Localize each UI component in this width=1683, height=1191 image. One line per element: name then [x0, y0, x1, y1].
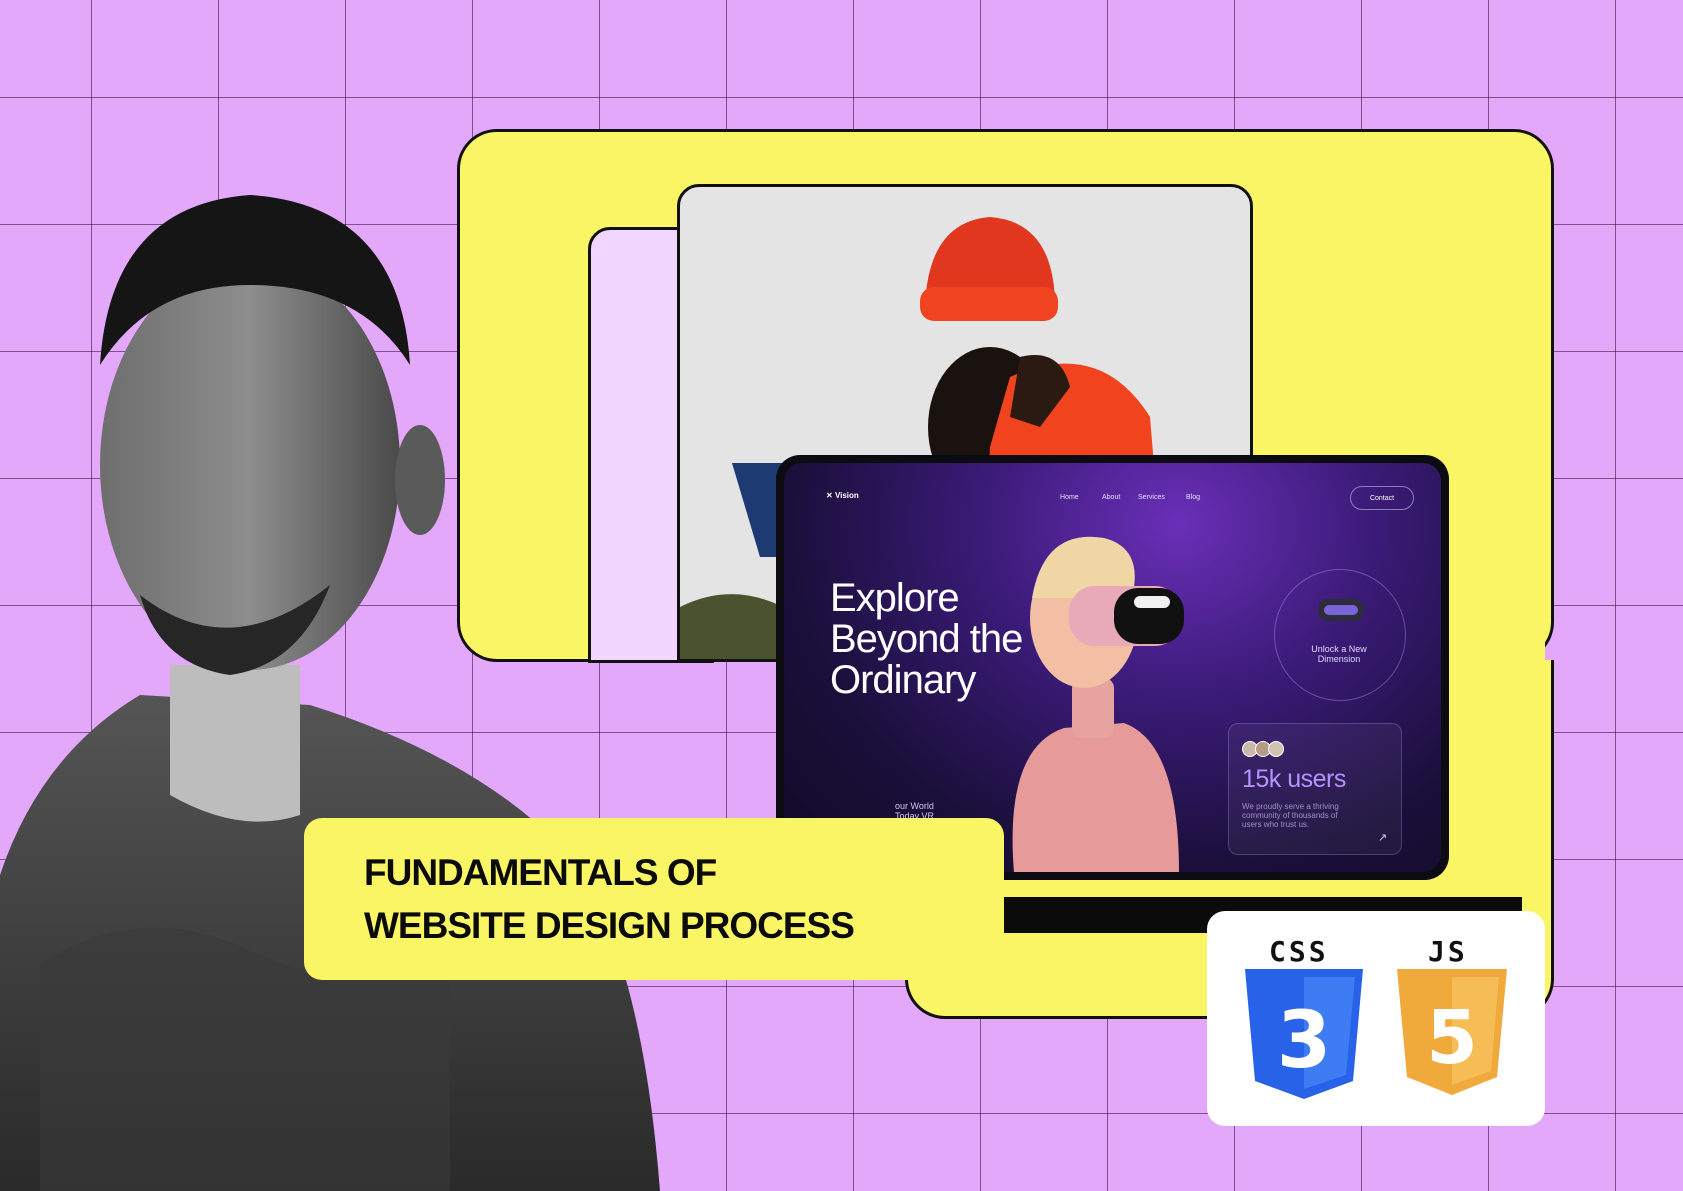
css-label: CSS — [1269, 935, 1329, 968]
mockup-nav-services[interactable]: Services — [1138, 494, 1165, 501]
mockup-screen: ✕ Vision Home About Services Blog Contac… — [784, 463, 1441, 872]
website-mockup: ✕ Vision Home About Services Blog Contac… — [776, 455, 1449, 880]
vr-feature-label: Unlock a New Dimension — [1311, 644, 1367, 664]
js-digit: 5 — [1426, 995, 1478, 1081]
presenter-photo — [0, 195, 660, 1191]
vr-woman-photo — [1012, 536, 1184, 872]
js-shield-icon: 5 — [1397, 969, 1507, 1095]
mockup-contact-button[interactable]: Contact — [1350, 486, 1414, 510]
arrow-up-right-icon[interactable]: ↗ — [1378, 831, 1387, 844]
users-count: 15k users — [1242, 765, 1346, 793]
title-line-1: FUNDAMENTALS OF — [364, 852, 717, 893]
css-digit: 3 — [1277, 996, 1331, 1086]
vr-feature-circle — [1274, 569, 1406, 701]
mockup-nav-about[interactable]: About — [1102, 494, 1120, 501]
tech-logos-panel: CSS JS 3 5 — [1207, 911, 1545, 1126]
mockup-nav-blog[interactable]: Blog — [1186, 494, 1200, 501]
title-banner — [304, 818, 1004, 980]
title-line-2: WEBSITE DESIGN PROCESS — [364, 905, 855, 946]
mockup-brand: ✕ Vision — [826, 491, 859, 500]
js-label: JS — [1428, 935, 1468, 968]
users-description: We proudly serve a thriving community of… — [1242, 802, 1339, 829]
mockup-nav-home[interactable]: Home — [1060, 494, 1079, 501]
css3-shield-icon: 3 — [1245, 969, 1363, 1099]
user-avatars — [1242, 741, 1284, 762]
vr-headset-icon — [1318, 599, 1364, 621]
brand-icon: ✕ — [826, 491, 835, 500]
